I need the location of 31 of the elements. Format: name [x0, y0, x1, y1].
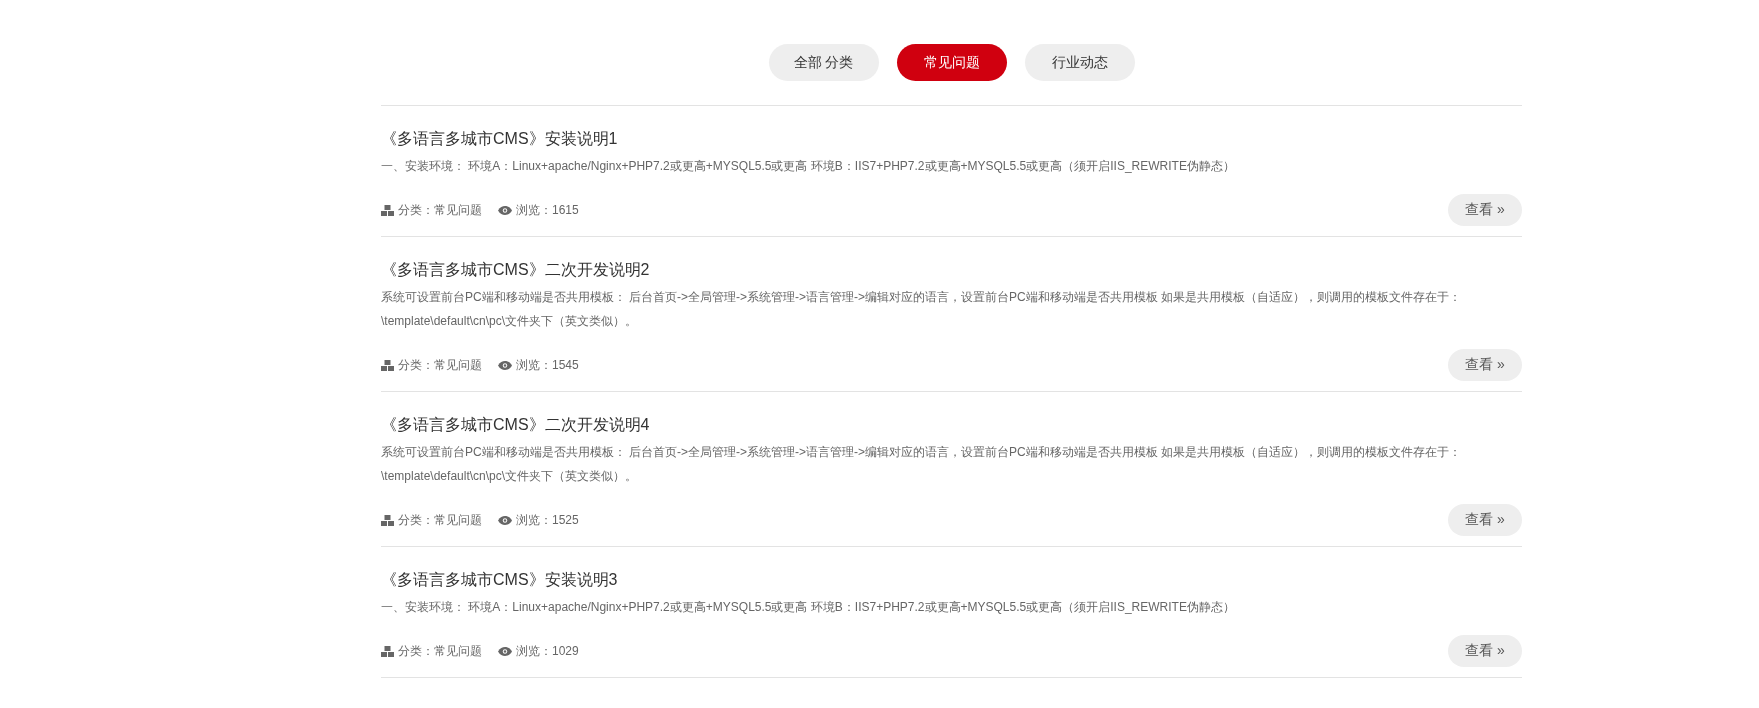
eye-icon [498, 205, 512, 215]
article-summary: 系统可设置前台PC端和移动端是否共用模板： 后台首页->全局管理->系统管理->语言管理->编辑对应的语言，设置前台PC端和移动端是否共用模板 如果是共用模板（自适应），则调用的模板文件存在于：\template\default\cn\pc\文件夹下（英文类似）。 [381, 444, 1463, 485]
article-summary: 一、安装环境： 环境A：Linux+apache/Nginx+PHP7.2或更高+MYSQL5.5或更高 环境B：IIS7+PHP7.2或更高+MYSQL5.5或更高（须开启IIS_REWRITE伪静态） [381, 599, 1236, 616]
article-views: 浏览：1525 [516, 511, 579, 529]
category-tab[interactable]: 全部 分类 [768, 44, 879, 81]
view-button[interactable]: 查看 » [1448, 194, 1522, 226]
category-tab[interactable]: 常见问题 [896, 44, 1007, 81]
view-button[interactable]: 查看 » [1448, 504, 1522, 536]
cubes-icon [381, 645, 394, 657]
article-category: 分类：常见问题 [398, 356, 482, 374]
eye-icon [498, 646, 512, 656]
view-button[interactable]: 查看 » [1448, 349, 1522, 381]
cubes-icon [381, 204, 394, 216]
article-title[interactable]: 《多语言多城市CMS》二次开发说明2 [381, 259, 1522, 281]
article-title[interactable]: 《多语言多城市CMS》二次开发说明4 [381, 414, 1522, 436]
category-tab[interactable]: 行业动态 [1024, 44, 1135, 81]
view-button[interactable]: 查看 » [1448, 635, 1522, 667]
article-category: 分类：常见问题 [398, 201, 482, 219]
article-views: 浏览：1545 [516, 356, 579, 374]
article-category: 分类：常见问题 [398, 642, 482, 660]
cubes-icon [381, 359, 394, 371]
article-summary: 一、安装环境： 环境A：Linux+apache/Nginx+PHP7.2或更高+MYSQL5.5或更高 环境B：IIS7+PHP7.2或更高+MYSQL5.5或更高（须开启IIS_REWRITE伪静态） [381, 158, 1236, 175]
article-category: 分类：常见问题 [398, 511, 482, 529]
article-title[interactable]: 《多语言多城市CMS》安装说明1 [381, 128, 1522, 150]
article-views: 浏览：1029 [516, 642, 579, 660]
article-views: 浏览：1615 [516, 201, 579, 219]
cubes-icon [381, 514, 394, 526]
article-title[interactable]: 《多语言多城市CMS》安装说明3 [381, 569, 1522, 591]
eye-icon [498, 360, 512, 370]
article-summary: 系统可设置前台PC端和移动端是否共用模板： 后台首页->全局管理->系统管理->语言管理->编辑对应的语言，设置前台PC端和移动端是否共用模板 如果是共用模板（自适应），则调用的模板文件存在于：\template\default\cn\pc\文件夹下（英文类似）。 [381, 289, 1463, 330]
eye-icon [498, 515, 512, 525]
